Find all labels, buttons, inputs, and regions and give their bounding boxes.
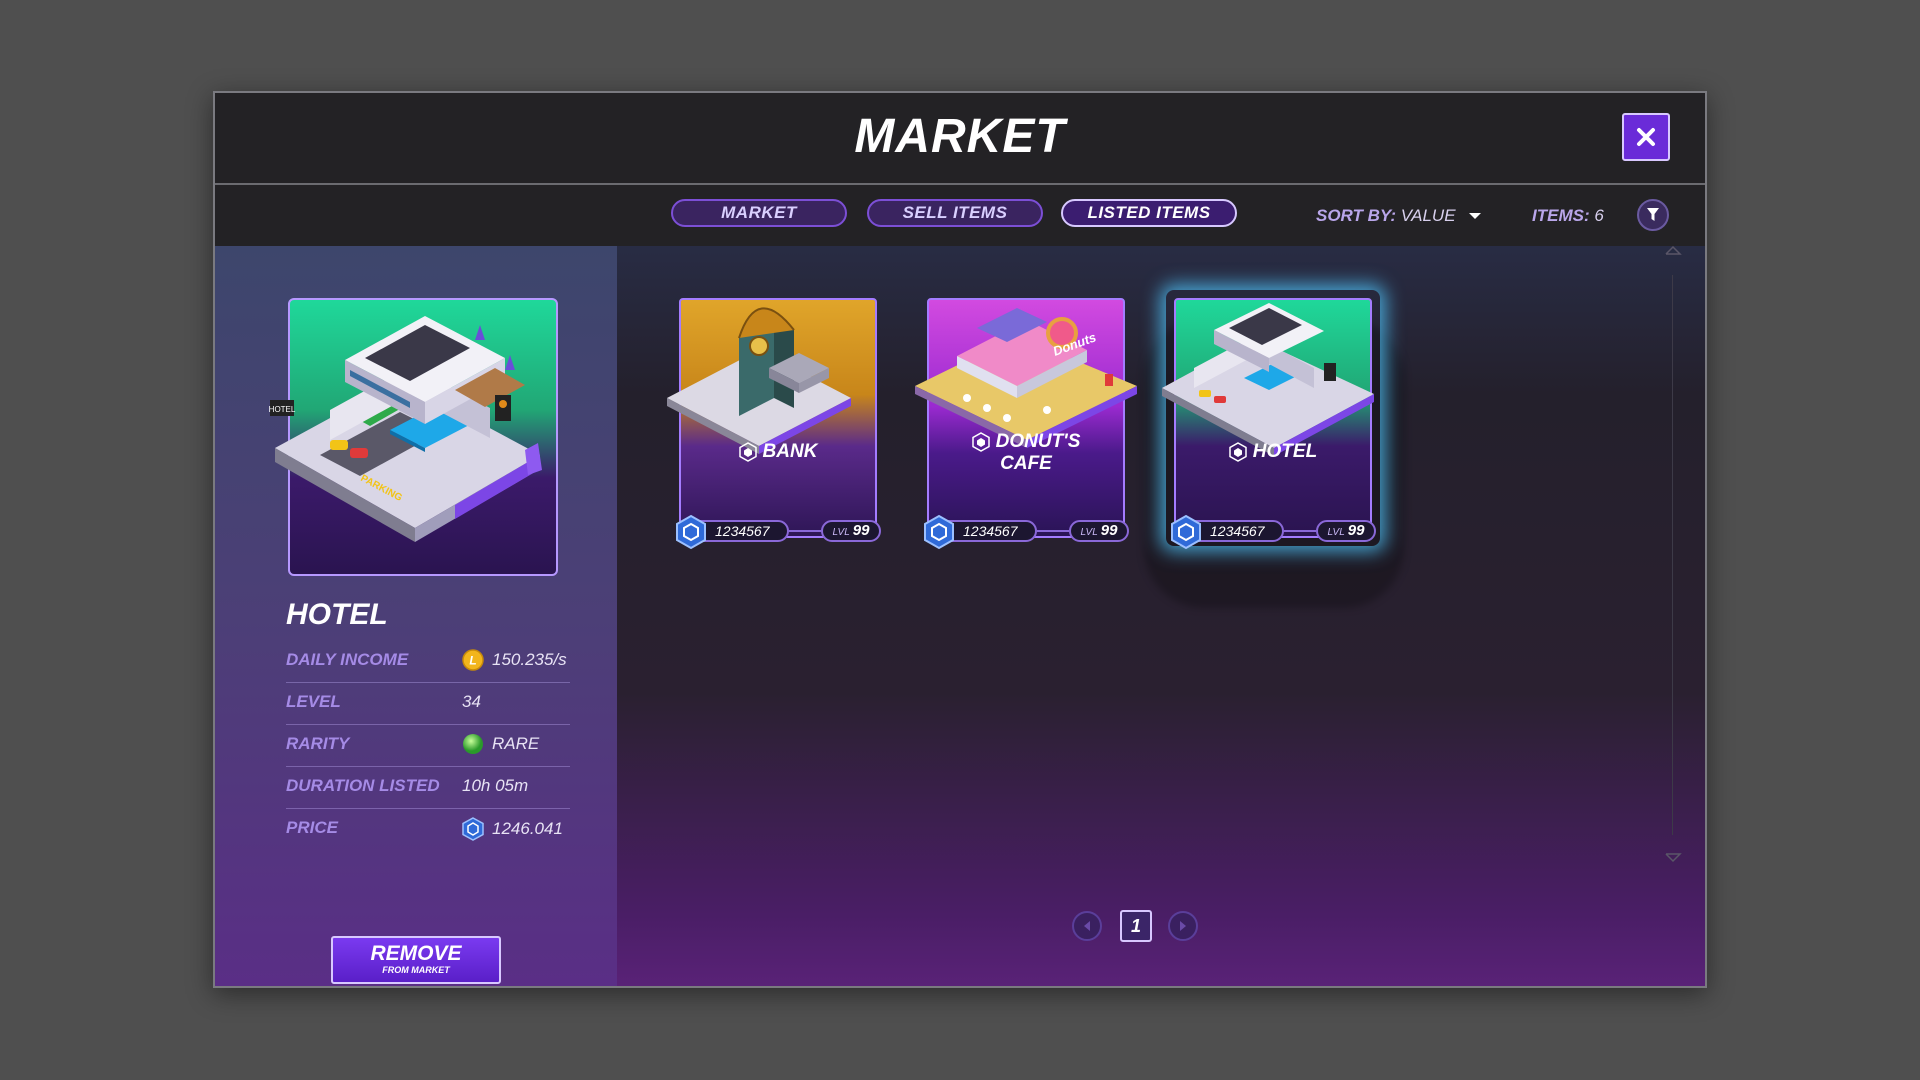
stat-row-duration-listed: DURATION LISTED 10h 05m — [286, 766, 570, 809]
card-level: LVL 99 — [821, 520, 881, 542]
stat-value: RARE — [492, 734, 540, 753]
card-name-line1: DONUT'S — [995, 431, 1081, 452]
listed-items-grid: BANK 1234567 LVL 99 Donuts DONUT'S CAFE … — [617, 246, 1705, 986]
item-card-bank[interactable]: BANK 1234567 LVL 99 — [667, 298, 881, 550]
crypto-token-icon — [1171, 514, 1201, 550]
stat-value: 1246.041 — [492, 819, 563, 838]
stat-row-rarity: RARITY RARE — [286, 724, 570, 767]
card-level: LVL 99 — [1316, 520, 1376, 542]
stat-value-container: 1246.041 — [462, 817, 563, 841]
card-level-value: 99 — [852, 522, 870, 539]
crypto-token-icon — [676, 514, 706, 550]
detail-item-name: HOTEL — [286, 598, 388, 631]
rarity-green-orb-icon — [463, 734, 483, 754]
filter-button[interactable] — [1637, 199, 1669, 231]
stat-label: DURATION LISTED — [286, 776, 440, 795]
card-title: BANK — [679, 441, 877, 463]
scroll-track[interactable] — [1672, 275, 1673, 835]
filter-icon — [1647, 208, 1659, 221]
card-name-line2: CAFE — [1000, 453, 1052, 474]
close-button[interactable] — [1622, 113, 1670, 161]
card-connector — [1037, 530, 1069, 532]
scroll-down-icon[interactable] — [1663, 851, 1683, 865]
card-title: DONUT'S CAFE — [927, 431, 1125, 475]
crypto-token-icon — [462, 817, 484, 841]
crypto-hex-icon — [738, 442, 757, 462]
card-price: 1234567 — [676, 514, 789, 550]
card-level-value: 99 — [1347, 522, 1365, 539]
title-bar: MARKET — [215, 93, 1705, 185]
stat-value-container: RARE — [462, 733, 539, 755]
remove-button-sublabel: FROM MARKET — [382, 965, 450, 975]
stat-row-level: LEVEL 34 — [286, 682, 570, 725]
chevron-down-icon — [1469, 213, 1482, 219]
card-level: LVL 99 — [1069, 520, 1129, 542]
crypto-hex-icon — [1229, 442, 1247, 462]
card-name-label: BANK — [762, 441, 818, 462]
card-title: HOTEL — [1174, 441, 1372, 463]
sort-by-dropdown[interactable]: SORT BY: VALUE — [1316, 206, 1482, 226]
crypto-hex-icon — [971, 432, 990, 452]
card-level-value: 99 — [1100, 522, 1118, 539]
card-name-label: HOTEL — [1252, 441, 1318, 462]
stat-value: 34 — [462, 692, 481, 711]
chevron-left-icon — [1084, 921, 1090, 931]
stat-label: PRICE — [286, 818, 338, 837]
current-page-indicator[interactable]: 1 — [1120, 910, 1152, 942]
card-price: 1234567 — [1171, 514, 1284, 550]
svg-text:L: L — [469, 654, 476, 668]
tab-listed-items[interactable]: LISTED ITEMS — [1061, 199, 1237, 227]
bank-building-image — [667, 307, 851, 454]
card-price: 1234567 — [924, 514, 1037, 550]
stat-value: 10h 05m — [462, 776, 529, 795]
lvl-label: LVL — [832, 527, 850, 538]
lvl-label: LVL — [1327, 527, 1345, 538]
card-price-value: 1234567 — [1210, 523, 1265, 539]
stat-value-container: L 150.235/s — [462, 649, 567, 671]
stat-label: DAILY INCOME — [286, 650, 409, 669]
grid-scrollbar[interactable] — [1663, 243, 1683, 883]
hotel-sign-label: HOTEL — [269, 405, 296, 414]
hotel-building-image: HOTEL PARKING — [269, 298, 558, 576]
market-modal: MARKET HOTEL PARKING HOTEL DAILY INCOME … — [213, 91, 1707, 988]
next-page-button[interactable] — [1168, 911, 1198, 941]
donut-cafe-building-image: Donuts — [915, 308, 1137, 448]
card-price-value: 1234567 — [715, 523, 770, 539]
card-price-value: 1234567 — [963, 523, 1018, 539]
card-connector — [1284, 530, 1316, 532]
item-card-donuts-cafe[interactable]: Donuts DONUT'S CAFE 1234567 LVL 99 — [915, 298, 1137, 550]
chevron-right-icon — [1180, 921, 1186, 931]
previous-page-button[interactable] — [1072, 911, 1102, 941]
sort-by-label: SORT BY: — [1316, 206, 1396, 225]
scroll-up-icon[interactable] — [1663, 243, 1683, 257]
hotel-building-image — [1162, 303, 1374, 456]
tab-sell-items[interactable]: SELL ITEMS — [867, 199, 1043, 227]
items-count-label: ITEMS: — [1532, 206, 1590, 225]
remove-button-label: REMOVE — [370, 942, 462, 965]
item-card-hotel[interactable]: HOTEL 1234567 LVL 99 — [1144, 298, 1404, 608]
items-count-value: 6 — [1594, 206, 1604, 225]
lvl-label: LVL — [1080, 527, 1098, 538]
stat-value: 150.235/s — [492, 650, 567, 669]
card-connector — [789, 530, 821, 532]
stat-row-daily-income: DAILY INCOME L 150.235/s — [286, 640, 570, 683]
modal-title: MARKET — [854, 110, 1066, 163]
sort-by-value: VALUE — [1400, 206, 1456, 225]
close-icon — [1637, 128, 1655, 146]
item-detail-panel: HOTEL PARKING HOTEL DAILY INCOME L 150.2… — [215, 246, 617, 986]
gold-coin-icon: L — [462, 649, 484, 671]
stat-label: RARITY — [286, 734, 350, 753]
stat-label: LEVEL — [286, 692, 341, 711]
tab-market[interactable]: MARKET — [671, 199, 847, 227]
remove-from-market-button[interactable]: REMOVE FROM MARKET — [331, 936, 501, 984]
items-count: ITEMS: 6 — [1532, 206, 1604, 226]
stat-row-price: PRICE 1246.041 — [286, 808, 570, 850]
crypto-token-icon — [924, 514, 954, 550]
